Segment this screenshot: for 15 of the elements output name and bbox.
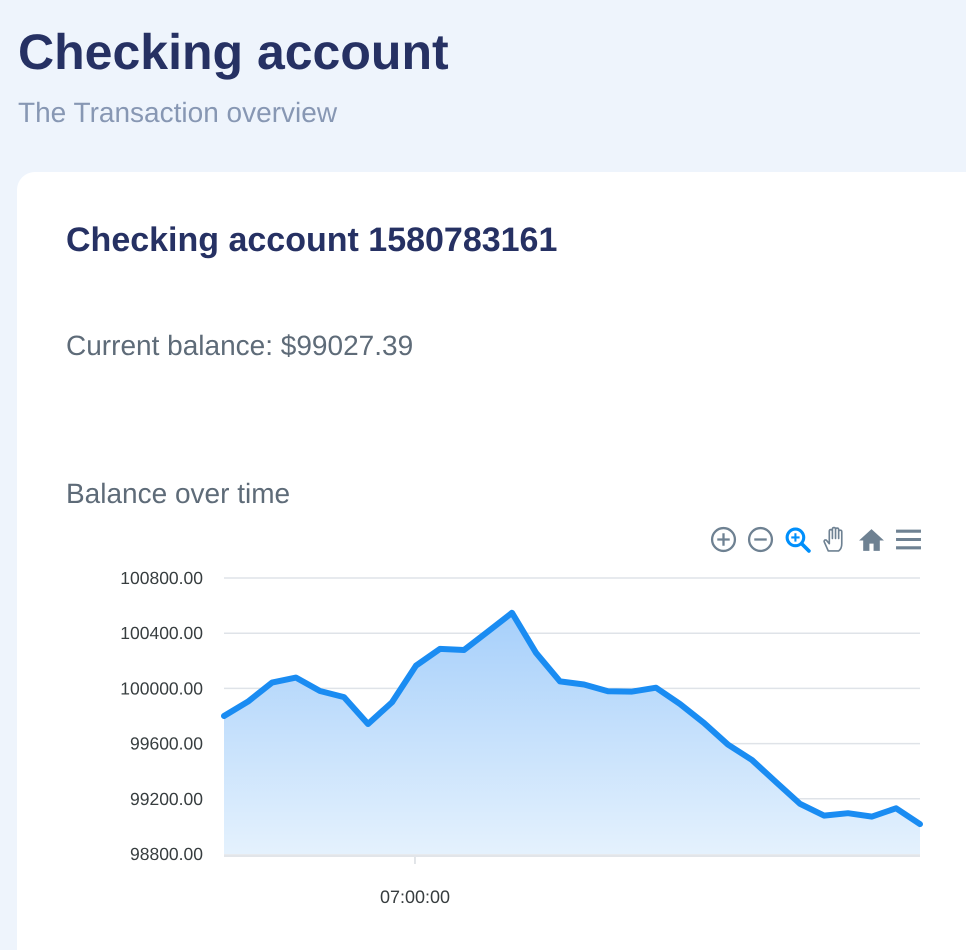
x-axis-label: 07:00:00 [380, 886, 450, 907]
page-subtitle: The Transaction overview [18, 96, 338, 130]
chart-title: Balance over time [66, 476, 292, 511]
account-title: Checking account 1580783161 [66, 220, 558, 261]
page-title: Checking account [18, 23, 450, 82]
y-axis-label: 100400.00 [120, 623, 203, 643]
zoom-out-icon[interactable] [745, 526, 776, 554]
y-axis-label: 100800.00 [120, 568, 203, 588]
x-tick [414, 856, 416, 864]
current-balance: Current balance: $99027.39 [66, 328, 414, 363]
y-axis-label: 100000.00 [120, 678, 203, 698]
y-axis-label: 98800.00 [130, 844, 203, 864]
zoom-in-icon[interactable] [708, 526, 739, 554]
y-axis-label: 99600.00 [130, 733, 203, 754]
y-axis-label: 99200.00 [130, 788, 203, 809]
